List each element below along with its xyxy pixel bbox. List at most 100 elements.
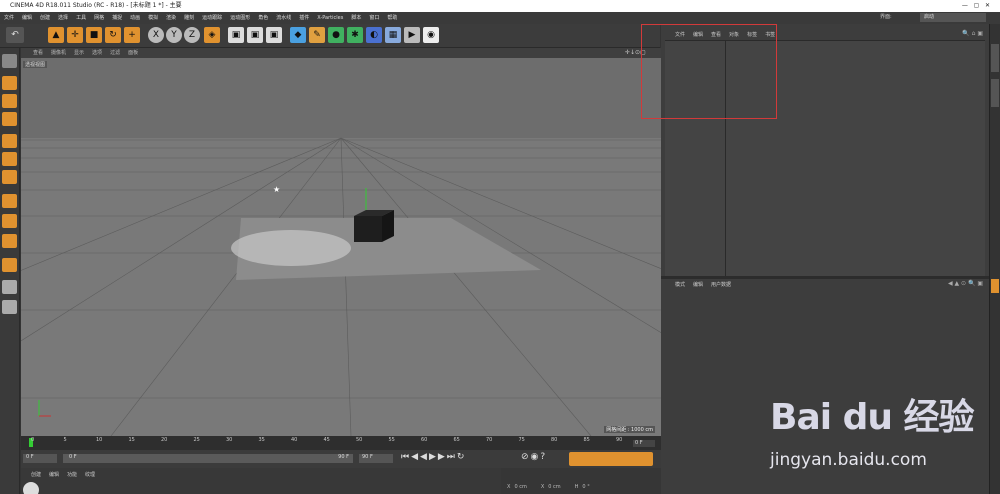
timeline-tick-6: 30 <box>226 437 233 443</box>
magnet-icon[interactable] <box>2 258 17 272</box>
menu-item-4[interactable]: 工具 <box>72 12 90 24</box>
side-tab[interactable] <box>991 79 999 107</box>
light-icon[interactable]: ◉ <box>423 27 439 43</box>
attribute-menu-item-2[interactable]: 用户数据 <box>711 280 731 290</box>
menu-item-15[interactable]: 插件 <box>295 12 313 24</box>
perspective-viewport[interactable]: ★ 查看 摄像机 显示 选项 过滤 面板 ✛↓⊙▢ 透视视图 网格间距 : 1000 cm <box>21 48 661 436</box>
tweak-mode-icon[interactable] <box>2 214 17 228</box>
menu-bar: 文件 编辑 创建 选择 工具 网格 捕捉 动画 模拟 渲染 雕刻 运动跟踪 运动图形 角色 流水线 插件 X-P… <box>0 12 1000 24</box>
end-frame-field[interactable]: 90 F <box>359 454 393 463</box>
timeline-tick-11: 55 <box>388 437 395 443</box>
animation-controls: 0 F 0 F 90 F 90 F ⏮◀◀▶▶⏭↻ ⊘◉? <box>21 450 661 468</box>
coord-field-3[interactable]: 0 cm <box>548 484 560 490</box>
recent-tool-icon[interactable]: + <box>124 27 140 43</box>
deformer-icon[interactable]: ◐ <box>366 27 382 43</box>
keyframe-buttons[interactable] <box>569 452 653 466</box>
record-buttons[interactable]: ⊘◉? <box>521 452 547 462</box>
workplane-lock-icon[interactable] <box>2 280 17 294</box>
render-picture-icon[interactable]: ▣ <box>247 27 263 43</box>
menu-item-11[interactable]: 运动跟踪 <box>198 12 226 24</box>
timeline-tick-10: 50 <box>356 437 363 443</box>
side-tab-active[interactable] <box>991 279 999 293</box>
menu-item-14[interactable]: 流水线 <box>272 12 295 24</box>
camera-icon[interactable]: ▶ <box>404 27 420 43</box>
menu-item-13[interactable]: 角色 <box>254 12 272 24</box>
coord-field-0: X <box>507 484 511 490</box>
attribute-menu-item-1[interactable]: 编辑 <box>693 280 703 290</box>
viewport-menu-item-2[interactable]: 显示 <box>74 48 84 58</box>
model-mode-icon[interactable] <box>2 76 17 90</box>
menu-item-2[interactable]: 创建 <box>36 12 54 24</box>
viewport-menu-item-4[interactable]: 过滤 <box>110 48 120 58</box>
menu-item-16[interactable]: X-Particles <box>313 12 347 24</box>
y-axis-icon[interactable]: Y <box>166 27 182 43</box>
viewport-label: 透视视图 <box>23 61 48 68</box>
timeline-end-field[interactable]: 0 F <box>633 440 655 447</box>
menu-item-6[interactable]: 捕捉 <box>108 12 126 24</box>
coord-system-icon[interactable]: ◈ <box>204 27 220 43</box>
menu-item-3[interactable]: 选择 <box>54 12 72 24</box>
render-view-icon[interactable]: ▣ <box>228 27 244 43</box>
menu-item-8[interactable]: 模拟 <box>144 12 162 24</box>
viewport-menu-item-0[interactable]: 查看 <box>33 48 43 58</box>
select-icon[interactable]: ▲ <box>48 27 64 43</box>
menu-item-5[interactable]: 网格 <box>90 12 108 24</box>
timeline[interactable]: 0 5 10 15 20 25 30 35 40 45 50 55 60 65 70 75 80 85 90 0 F <box>21 436 661 450</box>
cube-icon[interactable]: ◆ <box>290 27 306 43</box>
highlight-box <box>641 24 777 119</box>
frame-range-slider[interactable]: 0 F 90 F <box>63 454 353 463</box>
side-tab[interactable] <box>991 44 999 72</box>
render-settings-icon[interactable]: ▣ <box>266 27 282 43</box>
material-menu-item-0[interactable]: 创建 <box>31 471 41 478</box>
coord-field-2: X <box>540 484 545 490</box>
viewport-menu-item-1[interactable]: 摄像机 <box>51 48 66 58</box>
axis-mode-icon[interactable] <box>2 194 17 208</box>
floor-icon[interactable]: ▦ <box>385 27 401 43</box>
material-ball[interactable] <box>23 482 39 494</box>
menu-item-9[interactable]: 渲染 <box>162 12 180 24</box>
material-menu: 创建 编辑 功能 纹理 <box>31 471 103 478</box>
window-controls[interactable]: — ▢ ✕ <box>962 0 990 12</box>
grid-icon[interactable] <box>2 300 17 314</box>
edges-mode-icon[interactable] <box>2 152 17 166</box>
attribute-menu-item-0[interactable]: 模式 <box>675 280 685 290</box>
menu-item-18[interactable]: 窗口 <box>365 12 383 24</box>
viewport-menu-item-5[interactable]: 面板 <box>128 48 138 58</box>
polygons-mode-icon[interactable] <box>2 170 17 184</box>
cloner-icon[interactable]: ✱ <box>347 27 363 43</box>
coord-field-5[interactable]: 0 ° <box>582 484 589 490</box>
x-axis-icon[interactable]: X <box>148 27 164 43</box>
range-start: 0 F <box>69 454 77 460</box>
interface-label: 界面: <box>880 14 892 20</box>
menu-item-0[interactable]: 文件 <box>0 12 18 24</box>
menu-item-1[interactable]: 编辑 <box>18 12 36 24</box>
playback-buttons[interactable]: ⏮◀◀▶▶⏭↻ <box>401 452 466 462</box>
menu-item-19[interactable]: 帮助 <box>383 12 401 24</box>
menu-item-7[interactable]: 动画 <box>126 12 144 24</box>
interface-select[interactable]: 启动 <box>920 13 986 22</box>
menu-item-12[interactable]: 运动图形 <box>226 12 254 24</box>
attribute-nav-icons[interactable]: ◀ ▲ ⊙ 🔍 ▣ <box>948 280 983 287</box>
subdivision-icon[interactable]: ● <box>328 27 344 43</box>
make-editable-icon[interactable] <box>2 54 17 68</box>
material-menu-item-1[interactable]: 编辑 <box>49 471 59 478</box>
menu-item-10[interactable]: 雕刻 <box>180 12 198 24</box>
z-axis-icon[interactable]: Z <box>184 27 200 43</box>
rotate-icon[interactable]: ↻ <box>105 27 121 43</box>
coord-field-1[interactable]: 0 cm <box>514 484 526 490</box>
snap-icon[interactable] <box>2 234 17 248</box>
move-icon[interactable]: ✛ <box>67 27 83 43</box>
timeline-tick-16: 80 <box>551 437 558 443</box>
workplane-icon[interactable] <box>2 112 17 126</box>
material-menu-item-3[interactable]: 纹理 <box>85 471 95 478</box>
pen-icon[interactable]: ✎ <box>309 27 325 43</box>
search-icon[interactable]: 🔍 ⌂ ▣ <box>962 30 983 37</box>
viewport-menu-item-3[interactable]: 选项 <box>92 48 102 58</box>
start-frame-field[interactable]: 0 F <box>23 454 57 463</box>
undo-icon[interactable]: ↶ <box>6 27 24 43</box>
points-mode-icon[interactable] <box>2 134 17 148</box>
material-menu-item-2[interactable]: 功能 <box>67 471 77 478</box>
scale-icon[interactable]: ■ <box>86 27 102 43</box>
texture-mode-icon[interactable] <box>2 94 17 108</box>
menu-item-17[interactable]: 脚本 <box>347 12 365 24</box>
